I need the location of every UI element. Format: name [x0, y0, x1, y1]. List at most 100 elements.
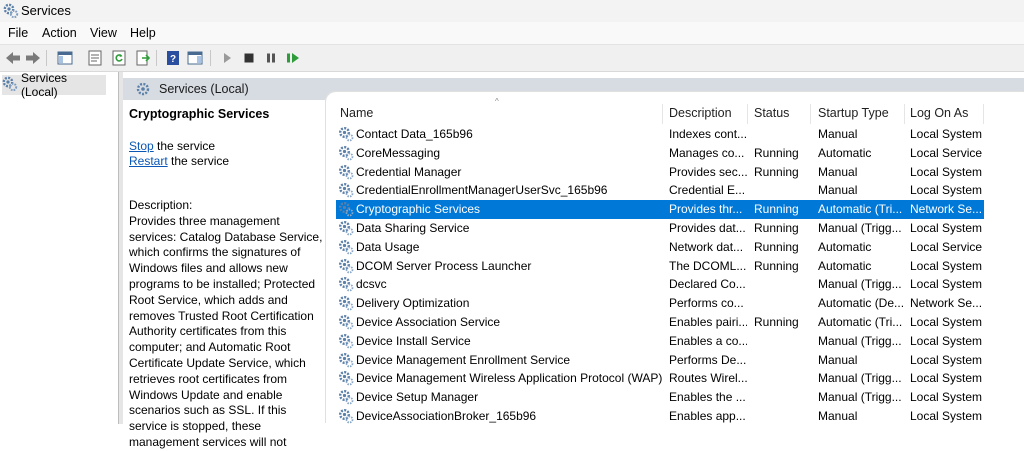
forward-icon[interactable]: [24, 49, 42, 67]
column-header-description[interactable]: Description: [669, 106, 732, 120]
service-log-on-as-cell: Local System: [910, 333, 983, 348]
service-gear-icon: [338, 389, 354, 408]
service-gear-icon: [338, 314, 354, 333]
menu-action[interactable]: Action: [42, 26, 77, 40]
service-startup-type-cell: Manual: [818, 183, 858, 198]
table-row[interactable]: Data Sharing Service Provides dat... Runni…: [336, 219, 984, 238]
service-startup-type-cell: Manual (Trigg...: [818, 277, 902, 292]
table-row[interactable]: DeviceAssociationBroker_165b96 Enables ap…: [336, 407, 984, 426]
service-description-cell: Enables pairi...: [669, 315, 747, 329]
table-row[interactable]: Device Management Enrollment Service Perf…: [336, 351, 984, 370]
service-gear-icon: [338, 258, 354, 277]
menu-view[interactable]: View: [90, 26, 117, 40]
show-hide-console-tree-icon[interactable]: [56, 49, 74, 67]
help-icon[interactable]: ?: [164, 49, 182, 67]
stop-action-line: Stop the service: [129, 139, 215, 153]
show-hide-action-pane-icon[interactable]: [186, 49, 204, 67]
service-name-cell: DCOM Server Process Launcher: [356, 258, 532, 273]
service-log-on-as-cell: Network Se...: [910, 202, 983, 217]
export-list-icon[interactable]: [134, 49, 152, 67]
menu-file[interactable]: File: [8, 26, 28, 40]
column-header-log-on-as[interactable]: Log On As: [910, 106, 968, 120]
service-log-on-as-cell: Local Service: [910, 145, 983, 160]
service-log-on-as-cell: Local System: [910, 221, 983, 235]
service-startup-type-cell: Automatic (Tri...: [818, 202, 903, 217]
column-header-name[interactable]: Name: [340, 106, 373, 120]
service-name-cell: dcsvc: [356, 277, 387, 292]
column-header-status[interactable]: Status: [754, 106, 789, 120]
service-description-cell: Credential E...: [669, 183, 746, 198]
column-divider[interactable]: [810, 104, 811, 124]
service-name-cell: Device Setup Manager: [356, 390, 479, 405]
table-row[interactable]: Device Management Wireless Application P…: [336, 369, 984, 388]
table-row[interactable]: dcsvc Declared Co... Manual (Trigg... Local…: [336, 275, 984, 294]
service-startup-type-cell: Manual: [818, 164, 858, 179]
service-description-cell: Enables app...: [669, 409, 746, 423]
table-row[interactable]: Contact Data_165b96 Indexes cont... Manual…: [336, 125, 984, 144]
service-description-cell: Performs co...: [669, 296, 744, 311]
service-gear-icon: [338, 276, 354, 295]
back-icon[interactable]: [4, 49, 22, 67]
service-log-on-as-cell: Network Se...: [910, 296, 983, 311]
selected-service-name: Cryptographic Services: [129, 107, 270, 121]
service-log-on-as-cell: Local System: [910, 164, 983, 179]
table-row[interactable]: Device Install Service Enables a co... Man…: [336, 332, 984, 351]
table-row[interactable]: CoreMessaging Manages co... Running Automat…: [336, 144, 984, 163]
table-row[interactable]: DCOM Server Process Launcher The DCOML...…: [336, 257, 984, 276]
column-divider[interactable]: [662, 104, 663, 124]
restart-service-link[interactable]: Restart: [129, 154, 168, 168]
service-gear-icon: [338, 239, 354, 258]
table-row[interactable]: Device Association Service Enables pairi.…: [336, 313, 984, 332]
table-row[interactable]: Data Usage Network dat... Running Automatic…: [336, 238, 984, 257]
service-startup-type-cell: Automatic (De...: [818, 296, 904, 311]
service-status-cell: Running: [754, 202, 799, 217]
service-startup-type-cell: Manual (Trigg...: [818, 390, 902, 405]
resume-service-icon[interactable]: [284, 49, 302, 67]
services-gear-icon: [135, 81, 151, 100]
services-list: ^ Name Description Status Startup Type L…: [326, 92, 1024, 424]
table-row-selected[interactable]: Cryptographic Services Provides thr... Run…: [336, 200, 984, 220]
properties-icon[interactable]: [86, 49, 104, 67]
service-gear-icon: [338, 126, 354, 145]
service-gear-icon: [338, 408, 354, 427]
table-row[interactable]: CredentialEnrollmentManagerUserSvc_165b9…: [336, 181, 984, 200]
table-row[interactable]: Credential Manager Provides sec... Running…: [336, 163, 984, 182]
column-header-startup-type[interactable]: Startup Type: [818, 106, 889, 120]
service-log-on-as-cell: Local System: [910, 390, 983, 405]
menu-help[interactable]: Help: [130, 26, 156, 40]
service-log-on-as-cell: Local System: [910, 371, 983, 386]
service-startup-type-cell: Manual (Trigg...: [818, 333, 902, 348]
service-startup-type-cell: Automatic: [818, 145, 872, 160]
tree-node-services-local[interactable]: Services (Local): [2, 71, 106, 99]
table-row[interactable]: Delivery Optimization Performs co... Autom…: [336, 294, 984, 313]
service-log-on-as-cell: Local Service: [910, 239, 983, 254]
service-details-pane: Cryptographic Services Stop the service …: [123, 100, 326, 449]
service-gear-icon: [338, 352, 354, 371]
service-gear-icon: [338, 145, 354, 164]
column-divider[interactable]: [983, 104, 984, 124]
stop-service-link[interactable]: Stop: [129, 139, 154, 153]
service-startup-type-cell: Manual: [818, 409, 858, 423]
refresh-icon[interactable]: [110, 49, 128, 67]
services-gear-icon: [3, 3, 19, 22]
service-description-cell: The DCOML...: [669, 258, 747, 273]
service-gear-icon: [338, 201, 354, 220]
toolbar-separator: [46, 50, 47, 66]
service-name-cell: Device Management Wireless Application P…: [356, 371, 666, 386]
window-title: Services: [21, 3, 71, 18]
table-row[interactable]: Device Setup Manager Enables the ... Manua…: [336, 388, 984, 407]
stop-service-icon[interactable]: [240, 49, 258, 67]
service-name-cell: Device Management Enrollment Service: [356, 352, 571, 367]
service-gear-icon: [338, 333, 354, 352]
toolbar-separator: [210, 50, 211, 66]
pause-service-icon[interactable]: [262, 49, 280, 67]
service-description-cell: Enables a co...: [669, 333, 747, 348]
column-divider[interactable]: [904, 104, 905, 124]
service-description-cell: Routes Wirel...: [669, 371, 747, 386]
start-service-icon[interactable]: [218, 49, 236, 67]
service-description-cell: Network dat...: [669, 239, 744, 254]
service-status-cell: Running: [754, 315, 799, 329]
column-divider[interactable]: [747, 104, 748, 124]
service-description-cell: Enables the ...: [669, 390, 746, 405]
service-log-on-as-cell: Local System: [910, 183, 983, 198]
